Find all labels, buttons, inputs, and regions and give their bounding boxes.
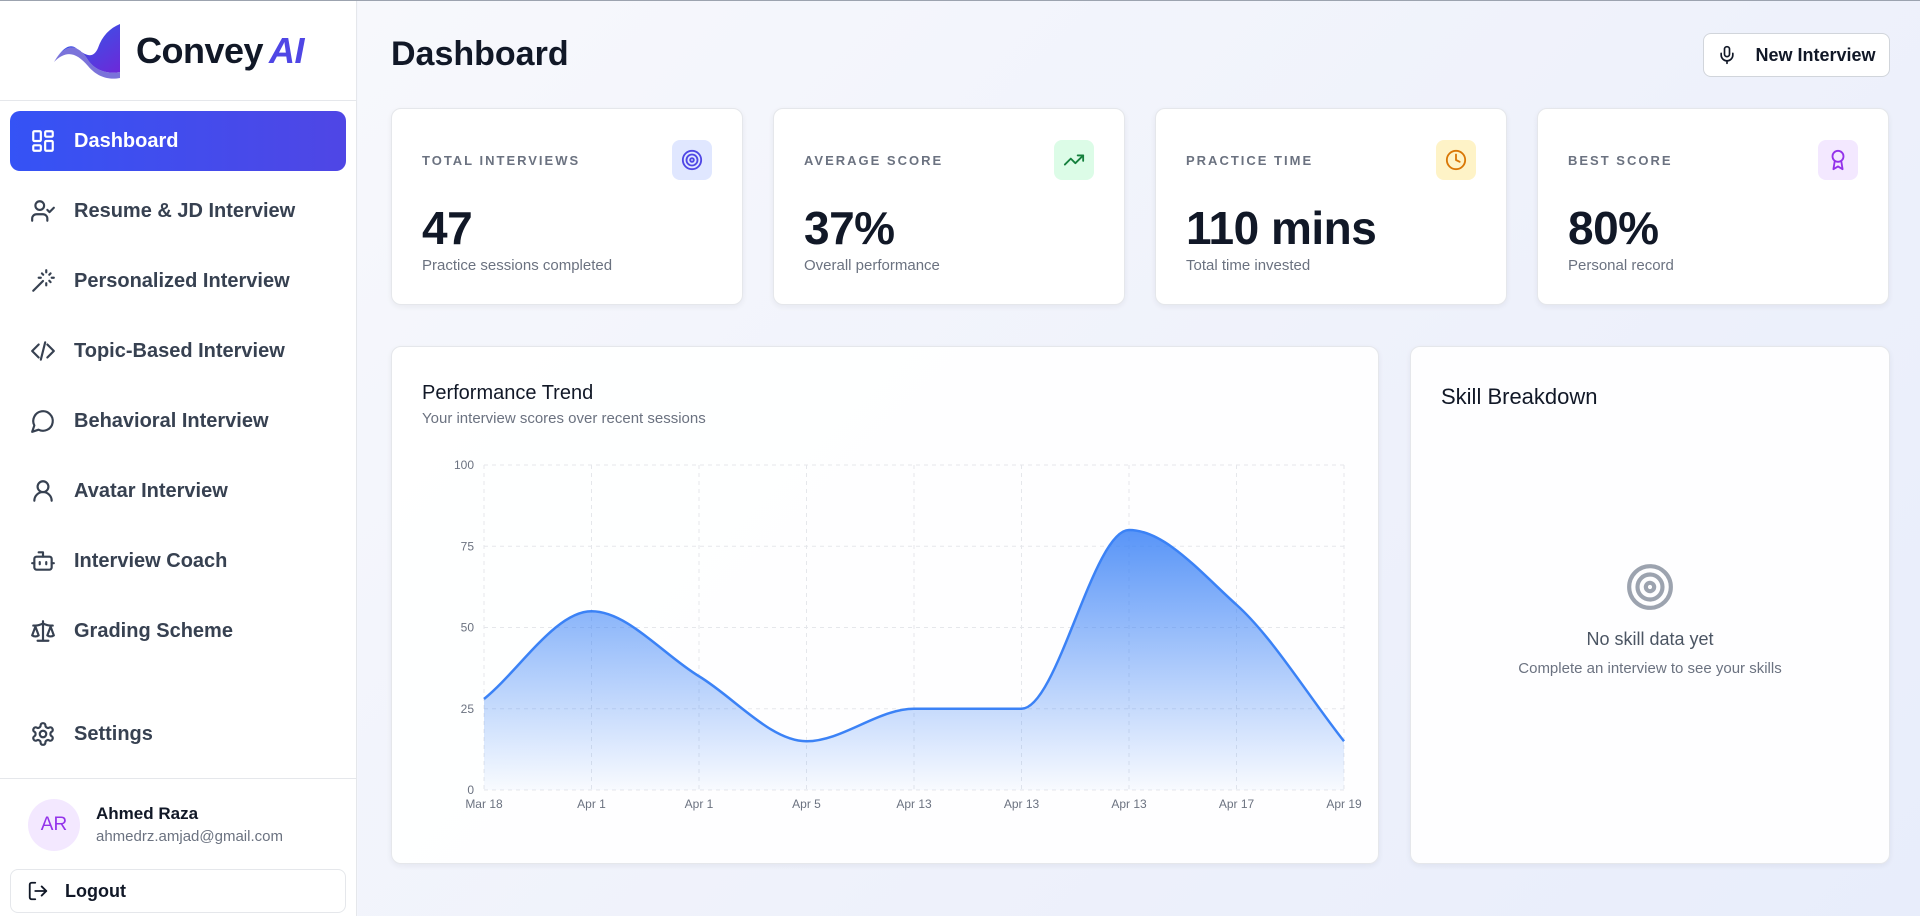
stat-label: PRACTICE TIME <box>1186 153 1314 168</box>
sidebar-item-personalized[interactable]: Personalized Interview <box>10 251 346 311</box>
performance-trend-card: 0 25 50 75 100 Mar 18 Apr 1 Apr 1 Apr 5 Apr 13 Apr… <box>391 346 1379 864</box>
stat-subtitle: Overall performance <box>804 257 940 274</box>
stat-value: 37% <box>804 202 895 254</box>
new-interview-button[interactable]: New Interview <box>1703 33 1890 77</box>
sidebar-item-avatar[interactable]: Avatar Interview <box>10 461 346 521</box>
logout-label: Logout <box>65 880 126 901</box>
stat-label: TOTAL INTERVIEWS <box>422 153 581 168</box>
y-tick-label: 100 <box>454 458 474 472</box>
main-content: Dashboard New Interview TOTAL INTERVIEWS… <box>358 1 1920 916</box>
stat-label: BEST SCORE <box>1568 153 1673 168</box>
target-icon <box>1627 564 1673 610</box>
target-icon <box>672 140 712 180</box>
x-tick-label: Apr 5 <box>792 797 821 811</box>
x-tick-label: Mar 18 <box>465 797 503 811</box>
x-tick-label: Apr 13 <box>896 797 932 811</box>
sidebar-item-label: Avatar Interview <box>74 479 228 502</box>
clock-icon <box>1436 140 1476 180</box>
new-interview-label: New Interview <box>1755 44 1876 65</box>
wave-logo-icon <box>53 23 120 79</box>
sidebar-item-label: Resume & JD Interview <box>74 199 296 222</box>
chat-bubble-icon <box>31 410 54 433</box>
code-icon <box>31 341 55 361</box>
stat-card-total-interviews: TOTAL INTERVIEWS 47 Practice sessions co… <box>391 108 743 305</box>
stat-value: 110 mins <box>1186 202 1377 254</box>
sidebar-item-label: Topic-Based Interview <box>74 339 285 362</box>
user-email: ahmedrz.amjad@gmail.com <box>96 828 283 845</box>
x-tick-label: Apr 13 <box>1111 797 1147 811</box>
stat-card-practice-time: PRACTICE TIME 110 mins Total time invest… <box>1155 108 1507 305</box>
trending-up-icon <box>1054 140 1094 180</box>
stat-value: 80% <box>1568 202 1659 254</box>
x-tick-label: Apr 17 <box>1219 797 1255 811</box>
user-profile[interactable]: AR Ahmed Raza ahmedrz.amjad@gmail.com <box>0 778 356 870</box>
sidebar-nav: Dashboard Resume & JD Interview Personal… <box>0 101 356 661</box>
x-tick-label: Apr 1 <box>685 797 714 811</box>
user-check-icon <box>31 200 55 222</box>
sidebar-item-coach[interactable]: Interview Coach <box>10 531 346 591</box>
chart-title: Performance Trend <box>422 382 594 404</box>
y-tick-label: 75 <box>461 539 475 553</box>
award-icon <box>1818 140 1858 180</box>
sidebar-item-label: Interview Coach <box>74 549 228 572</box>
skill-empty-state: No skill data yet Complete an interview … <box>1411 562 1889 677</box>
sidebar-item-dashboard[interactable]: Dashboard <box>10 111 346 171</box>
sidebar-item-topic-based[interactable]: Topic-Based Interview <box>10 321 346 381</box>
sidebar-item-label: Behavioral Interview <box>74 409 269 432</box>
sidebar-item-behavioral[interactable]: Behavioral Interview <box>10 391 346 451</box>
user-name: Ahmed Raza <box>96 804 199 823</box>
y-tick-label: 25 <box>461 702 475 716</box>
brand-logo[interactable]: Convey AI <box>0 1 356 101</box>
stat-subtitle: Practice sessions completed <box>422 257 613 274</box>
x-tick-label: Apr 19 <box>1326 797 1362 811</box>
empty-state-title: No skill data yet <box>1586 629 1714 649</box>
sidebar-item-grading[interactable]: Grading Scheme <box>10 601 346 661</box>
skill-breakdown-title: Skill Breakdown <box>1441 384 1598 409</box>
chart-subtitle: Your interview scores over recent sessio… <box>422 410 706 427</box>
stat-value: 47 <box>422 202 473 254</box>
stat-subtitle: Total time invested <box>1186 257 1311 274</box>
stat-subtitle: Personal record <box>1568 257 1674 274</box>
sidebar-item-settings[interactable]: Settings <box>10 704 346 764</box>
x-tick-label: Apr 1 <box>577 797 606 811</box>
brand-name: Convey AI <box>135 29 305 71</box>
sidebar-item-label: Dashboard <box>74 129 179 152</box>
robot-icon <box>31 551 55 571</box>
sidebar-item-label: Personalized Interview <box>74 269 290 292</box>
user-icon <box>33 480 53 502</box>
sidebar-item-label: Grading Scheme <box>74 619 233 642</box>
empty-state-subtitle: Complete an interview to see your skills <box>1518 660 1782 677</box>
dashboard-grid-icon <box>32 130 54 152</box>
stat-label: AVERAGE SCORE <box>804 153 944 168</box>
y-tick-label: 0 <box>467 783 474 797</box>
logout-button[interactable]: Logout <box>10 869 346 913</box>
magic-wand-icon <box>32 269 55 292</box>
microphone-icon <box>1720 45 1735 65</box>
logout-icon <box>28 881 48 901</box>
page-title: Dashboard <box>391 35 569 73</box>
stat-card-best-score: BEST SCORE 80% Personal record <box>1537 108 1889 305</box>
avatar: AR <box>28 798 80 851</box>
y-tick-label: 50 <box>461 621 475 635</box>
sidebar: Convey AI Dashboard Resume & JD Interview… <box>0 1 357 916</box>
x-tick-label: Apr 13 <box>1004 797 1040 811</box>
scale-icon <box>31 620 55 642</box>
stat-card-average-score: AVERAGE SCORE 37% Overall performance <box>773 108 1125 305</box>
sidebar-item-label: Settings <box>74 722 153 745</box>
gear-icon <box>32 722 54 746</box>
skill-breakdown-card: Skill Breakdown No skill data yet Comple… <box>1410 346 1890 864</box>
sidebar-item-resume-jd[interactable]: Resume & JD Interview <box>10 181 346 241</box>
